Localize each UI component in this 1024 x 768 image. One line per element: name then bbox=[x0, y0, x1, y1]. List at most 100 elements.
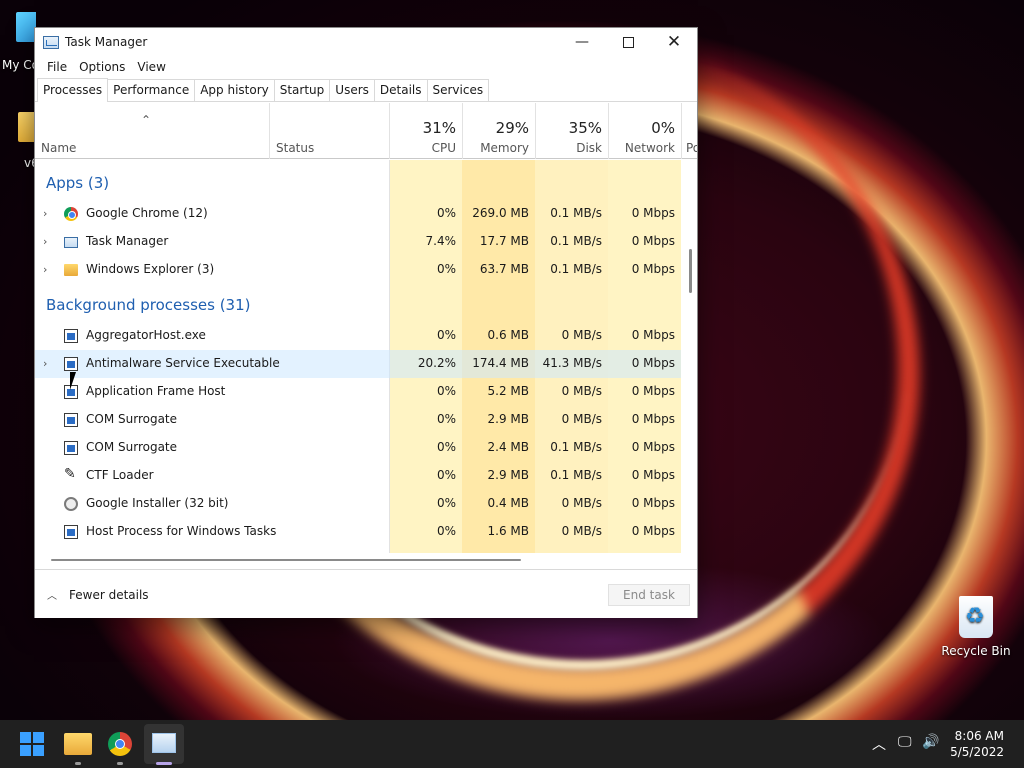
desktop-icon-label: My Co bbox=[2, 58, 36, 72]
window-title: Task Manager bbox=[65, 35, 148, 49]
table-row[interactable]: › Antimalware Service Executable 20.2% 174.… bbox=[35, 350, 681, 378]
table-row[interactable]: › Windows Explorer (3) 0% 63.7 MB 0.1 MB/s 0 … bbox=[35, 256, 681, 284]
process-network: 0 Mbps bbox=[631, 440, 675, 454]
process-network: 0 Mbps bbox=[631, 496, 675, 510]
process-network: 0 Mbps bbox=[631, 468, 675, 482]
tab-startup[interactable]: Startup bbox=[273, 79, 331, 101]
column-percent: 29% bbox=[495, 119, 529, 137]
table-row[interactable]: AggregatorHost.exe 0% 0.6 MB 0 MB/s 0 Mbps bbox=[35, 322, 681, 350]
maximize-button[interactable] bbox=[605, 28, 651, 56]
taskbar-task-manager[interactable] bbox=[152, 733, 176, 753]
process-memory: 63.7 MB bbox=[479, 262, 529, 276]
pen-icon bbox=[64, 466, 78, 483]
process-network: 0 Mbps bbox=[631, 356, 675, 370]
fewer-details-button[interactable]: ︿ Fewer details bbox=[47, 587, 149, 603]
process-cpu: 0% bbox=[436, 206, 456, 220]
chrome-icon bbox=[64, 207, 78, 221]
process-cpu: 20.2% bbox=[417, 356, 456, 370]
process-network: 0 Mbps bbox=[631, 262, 675, 276]
horizontal-scrollbar[interactable] bbox=[51, 559, 521, 561]
process-disk: 0.1 MB/s bbox=[550, 262, 602, 276]
maximize-icon bbox=[622, 36, 634, 48]
chevron-right-icon[interactable]: › bbox=[43, 263, 47, 276]
task-manager-icon bbox=[64, 237, 78, 248]
process-name: Google Chrome (12) bbox=[86, 206, 208, 220]
minimize-button[interactable]: — bbox=[559, 28, 605, 56]
chevron-right-icon[interactable]: › bbox=[43, 357, 47, 370]
windows-logo-icon bbox=[33, 732, 44, 743]
column-percent: 31% bbox=[422, 119, 456, 137]
gear-icon bbox=[64, 497, 78, 511]
network-icon[interactable]: 🖵 bbox=[898, 734, 912, 750]
process-cpu: 0% bbox=[436, 412, 456, 426]
column-label: Disk bbox=[576, 141, 602, 155]
column-percent: 35% bbox=[568, 119, 602, 137]
taskbar-file-explorer[interactable] bbox=[64, 733, 92, 755]
windows-logo-icon bbox=[20, 745, 31, 756]
column-header-power[interactable]: Po bbox=[681, 103, 697, 159]
column-header-network[interactable]: 0% Network bbox=[608, 103, 681, 159]
group-header-background[interactable]: Background processes (31) bbox=[46, 296, 251, 314]
desktop-icon-my-computer[interactable]: My Co bbox=[0, 10, 36, 76]
tab-details[interactable]: Details bbox=[373, 79, 428, 101]
process-disk: 0 MB/s bbox=[561, 328, 602, 342]
tab-processes[interactable]: Processes bbox=[37, 78, 109, 102]
close-icon: ✕ bbox=[666, 32, 682, 52]
tab-users[interactable]: Users bbox=[329, 79, 375, 101]
menu-view[interactable]: View bbox=[131, 60, 171, 74]
chevron-right-icon[interactable]: › bbox=[43, 207, 47, 220]
table-row[interactable]: COM Surrogate 0% 2.4 MB 0.1 MB/s 0 Mbps bbox=[35, 434, 681, 462]
start-button[interactable] bbox=[20, 732, 44, 756]
taskbar-chrome[interactable] bbox=[108, 732, 132, 756]
process-name: Task Manager bbox=[86, 234, 169, 248]
clock[interactable]: 8:06 AM 5/5/2022 bbox=[950, 728, 1004, 760]
table-row[interactable]: › Google Chrome (12) 0% 269.0 MB 0.1 MB/s 0 M… bbox=[35, 200, 681, 228]
column-label: CPU bbox=[431, 141, 456, 155]
table-row[interactable]: Application Frame Host 0% 5.2 MB 0 MB/s 0 Mb… bbox=[35, 378, 681, 406]
vertical-scrollbar[interactable] bbox=[689, 249, 692, 293]
close-button[interactable]: ✕ bbox=[651, 28, 697, 56]
table-row[interactable]: CTF Loader 0% 2.9 MB 0.1 MB/s 0 Mbps bbox=[35, 462, 681, 490]
process-memory: 269.0 MB bbox=[472, 206, 529, 220]
chevron-up-icon[interactable]: ︿ bbox=[872, 734, 886, 754]
process-disk: 0 MB/s bbox=[561, 524, 602, 538]
tab-app-history[interactable]: App history bbox=[194, 79, 275, 101]
column-header-cpu[interactable]: 31% CPU bbox=[389, 103, 462, 159]
table-row[interactable]: Google Installer (32 bit) 0% 0.4 MB 0 MB/s 0… bbox=[35, 490, 681, 518]
process-name: Windows Explorer (3) bbox=[86, 262, 215, 276]
column-header-disk[interactable]: 35% Disk bbox=[535, 103, 608, 159]
desktop-icon-label: Recycle Bin bbox=[941, 644, 1011, 658]
chevron-right-icon[interactable]: › bbox=[43, 235, 47, 248]
process-memory: 5.2 MB bbox=[487, 384, 529, 398]
column-header-name[interactable]: Name bbox=[41, 103, 269, 159]
column-label: Status bbox=[276, 141, 315, 155]
taskbar: ︿ 🖵 🔊 8:06 AM 5/5/2022 bbox=[0, 720, 1024, 768]
column-percent: 0% bbox=[651, 119, 675, 137]
desktop-icon-recycle-bin[interactable]: Recycle Bin bbox=[940, 596, 1012, 658]
menu-file[interactable]: File bbox=[41, 60, 73, 74]
tab-performance[interactable]: Performance bbox=[107, 79, 196, 101]
table-row[interactable]: COM Surrogate 0% 2.9 MB 0 MB/s 0 Mbps bbox=[35, 406, 681, 434]
table-row[interactable]: Host Process for Windows Tasks 0% 1.6 MB 0 … bbox=[35, 518, 681, 546]
tab-services[interactable]: Services bbox=[426, 79, 490, 101]
column-label: Po bbox=[686, 141, 697, 155]
tab-strip: Processes Performance App history Startu… bbox=[35, 78, 697, 102]
app-icon bbox=[64, 441, 78, 455]
volume-icon[interactable]: 🔊 bbox=[922, 734, 939, 750]
column-label: Memory bbox=[480, 141, 529, 155]
menu-options[interactable]: Options bbox=[73, 60, 131, 74]
process-memory: 17.7 MB bbox=[479, 234, 529, 248]
end-task-button[interactable]: End task bbox=[608, 584, 690, 606]
process-name: COM Surrogate bbox=[86, 440, 178, 454]
table-body: Apps (3) Background processes (31) › Goog… bbox=[35, 160, 697, 553]
column-label: Name bbox=[41, 141, 77, 155]
title-bar[interactable]: Task Manager — ✕ bbox=[35, 28, 697, 56]
column-header-memory[interactable]: 29% Memory bbox=[462, 103, 535, 159]
table-row[interactable]: › Task Manager 7.4% 17.7 MB 0.1 MB/s 0 Mbps bbox=[35, 228, 681, 256]
process-cpu: 0% bbox=[436, 262, 456, 276]
process-disk: 0.1 MB/s bbox=[550, 234, 602, 248]
process-network: 0 Mbps bbox=[631, 412, 675, 426]
group-header-apps[interactable]: Apps (3) bbox=[46, 174, 109, 192]
column-header-status[interactable]: Status bbox=[269, 103, 389, 159]
fewer-details-label: Fewer details bbox=[69, 587, 149, 602]
